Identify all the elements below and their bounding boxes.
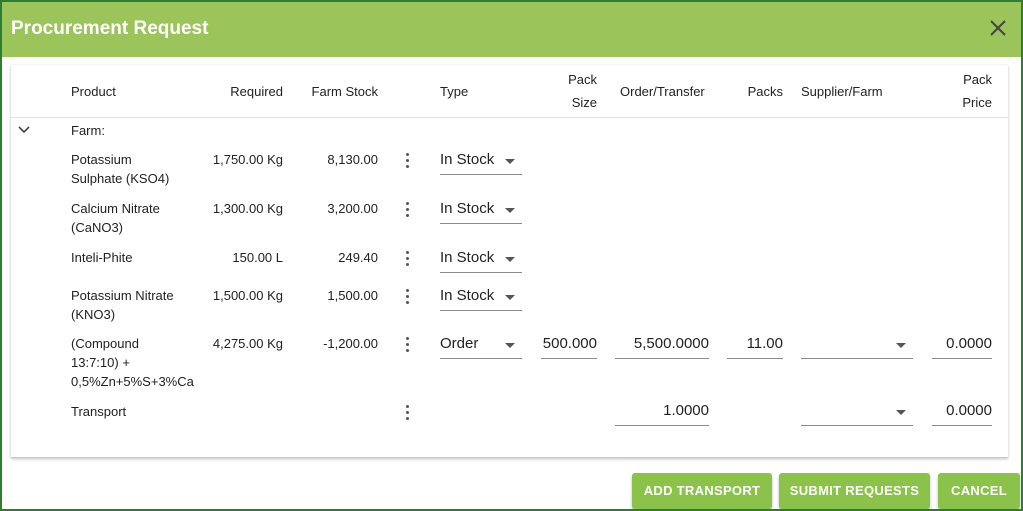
transport-pack-price-value: 0.0000 <box>946 402 992 419</box>
required-value: 1,500.00 Kg <box>212 288 283 303</box>
farm-stock-value: 249.40 <box>338 250 378 265</box>
more-vert-icon[interactable] <box>403 153 413 169</box>
type-select-value: In Stock <box>440 287 495 304</box>
more-vert-icon[interactable] <box>403 202 413 218</box>
dropdown-caret-icon <box>505 208 515 213</box>
dropdown-caret-icon <box>505 295 515 300</box>
packs-value: 11.00 <box>746 335 783 352</box>
packs-input[interactable]: 11.00 <box>727 331 783 359</box>
type-select-value: Order <box>440 335 479 352</box>
pack-price-input[interactable]: 0.0000 <box>932 331 992 359</box>
type-select[interactable]: In Stock <box>440 147 522 175</box>
required-value: 4,275.00 Kg <box>212 336 283 351</box>
group-label: Farm: <box>71 123 105 138</box>
header-required: Required <box>230 84 283 99</box>
more-vert-icon[interactable] <box>403 251 413 267</box>
product-name-line1: Inteli-Phite <box>71 250 133 265</box>
farm-stock-value: 8,130.00 <box>327 152 378 167</box>
transport-supplier-farm-select[interactable] <box>801 398 913 426</box>
product-name-line1: Potassium Nitrate <box>71 288 174 303</box>
product-name-line2: (CaNO3) <box>71 220 124 235</box>
dropdown-caret-icon <box>896 343 906 348</box>
close-icon[interactable] <box>986 16 1010 40</box>
header-type: Type <box>440 84 469 99</box>
product-name-line1: Potassium <box>71 152 132 167</box>
required-value: 1,750.00 Kg <box>212 152 283 167</box>
transport-order-transfer-input[interactable]: 1.0000 <box>615 398 709 426</box>
header-farm-stock: Farm Stock <box>311 84 378 99</box>
more-vert-icon[interactable] <box>403 289 413 305</box>
product-name-line2: (KNO3) <box>71 307 116 322</box>
type-select-value: In Stock <box>440 200 495 217</box>
type-select[interactable]: In Stock <box>440 245 522 273</box>
product-name-line1: (Compound <box>71 336 139 351</box>
header-product: Product <box>71 84 116 99</box>
add-transport-button[interactable]: ADD TRANSPORT <box>632 473 772 509</box>
product-name-line1: Calcium Nitrate <box>71 201 160 216</box>
type-select[interactable]: Order <box>440 331 522 359</box>
chevron-down-icon[interactable] <box>17 125 31 135</box>
supplier-farm-select[interactable] <box>801 331 913 359</box>
order-transfer-value: 5,500.0000 <box>633 335 709 352</box>
farm-stock-value: -1,200.00 <box>323 336 378 351</box>
transport-order-transfer-value: 1.0000 <box>663 402 709 419</box>
header-pack-size-line2: Size <box>571 95 597 110</box>
header-order-transfer: Order/Transfer <box>620 84 705 99</box>
type-select-value: In Stock <box>440 151 495 168</box>
order-transfer-input[interactable]: 5,500.0000 <box>615 331 709 359</box>
header-supplier-farm: Supplier/Farm <box>801 84 883 99</box>
farm-stock-value: 1,500.00 <box>327 288 378 303</box>
transport-label: Transport <box>71 404 127 419</box>
pack-price-value: 0.0000 <box>946 335 992 352</box>
header-pack-price-line2: Price <box>962 95 992 110</box>
pack-size-input[interactable]: 500.000 <box>541 331 597 359</box>
type-select[interactable]: In Stock <box>440 196 522 224</box>
dialog-titlebar: Procurement Request <box>2 2 1021 57</box>
cancel-button[interactable]: CANCEL <box>938 473 1020 509</box>
type-select-value: In Stock <box>440 249 495 266</box>
request-table: Product Required Farm Stock Type Pack Si… <box>11 65 1008 458</box>
dropdown-caret-icon <box>505 159 515 164</box>
dialog-title: Procurement Request <box>11 18 209 39</box>
required-value: 150.00 L <box>232 250 283 265</box>
product-name-line3: 0,5%Zn+5%S+3%Ca <box>71 374 194 389</box>
header-divider <box>11 117 1008 118</box>
product-name-line2: Sulphate (KSO4) <box>71 171 170 186</box>
type-select[interactable]: In Stock <box>440 283 522 311</box>
procurement-dialog: Procurement Request Product Required Far… <box>0 0 1023 511</box>
dropdown-caret-icon <box>505 343 515 348</box>
header-pack-size-line1: Pack <box>568 72 597 87</box>
product-name-line2: 13:7:10) + <box>71 355 130 370</box>
submit-requests-button[interactable]: SUBMIT REQUESTS <box>779 473 930 509</box>
farm-stock-value: 3,200.00 <box>327 201 378 216</box>
dropdown-caret-icon <box>505 257 515 262</box>
more-vert-icon[interactable] <box>403 405 413 421</box>
required-value: 1,300.00 Kg <box>212 201 283 216</box>
pack-size-value: 500.000 <box>542 335 597 352</box>
dropdown-caret-icon <box>896 410 906 415</box>
transport-pack-price-input[interactable]: 0.0000 <box>932 398 992 426</box>
more-vert-icon[interactable] <box>403 337 413 353</box>
header-packs: Packs <box>747 84 783 99</box>
header-pack-price-line1: Pack <box>963 72 992 87</box>
